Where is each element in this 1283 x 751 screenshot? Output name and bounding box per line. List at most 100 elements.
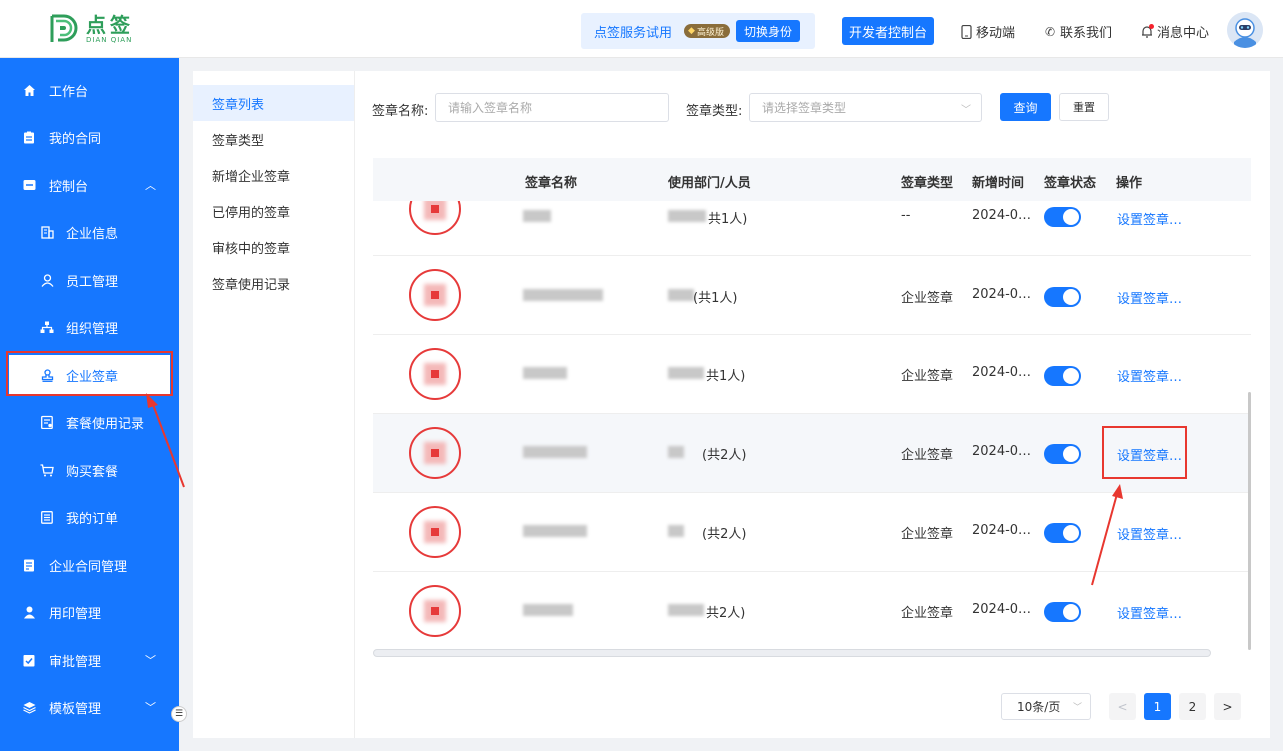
switch-identity-button[interactable]: 切换身份 [735, 20, 800, 42]
layers-icon [22, 700, 36, 714]
col-actions: 操作 [1116, 176, 1143, 191]
robot-avatar-icon [1227, 12, 1263, 48]
user-icon [40, 273, 54, 287]
subnav-seal-list[interactable]: 签章列表 [193, 85, 354, 121]
seal-type-select[interactable]: 请选择签章类型 ﹀ [749, 93, 982, 122]
sidebar-item-templates[interactable]: 模板管理 ﹀ [0, 687, 179, 727]
next-page-button[interactable]: > [1214, 693, 1241, 720]
messages-link[interactable]: 消息中心 [1140, 22, 1209, 41]
sidebar-item-label: 我的订单 [66, 511, 119, 527]
console-icon [22, 178, 36, 192]
table-row[interactable]: (共2人) 企业签章 2024-0… 设置签章… [373, 493, 1251, 572]
query-button[interactable]: 查询 [1000, 93, 1051, 121]
blurred-dept [668, 289, 694, 301]
sidebar-item-buy-plan[interactable]: 购买套餐 [0, 450, 179, 490]
vertical-scrollbar[interactable] [1248, 392, 1251, 650]
vip-badge: ◆ 高级版 [684, 24, 730, 38]
status-toggle[interactable] [1044, 366, 1081, 386]
created-time: 2024-0… [972, 523, 1032, 538]
subnav-pending-seals[interactable]: 审核中的签章 [193, 229, 354, 265]
seal-image [409, 348, 461, 400]
building-icon [40, 225, 54, 239]
seal-image [409, 269, 461, 321]
table-header: 签章名称 使用部门/人员 签章类型 新增时间 签章状态 操作 [373, 158, 1251, 201]
collapse-sidebar-icon[interactable]: ☰ [171, 706, 187, 722]
sidebar-item-approval[interactable]: 审批管理 ﹀ [0, 640, 179, 680]
horizontal-scrollbar[interactable] [373, 649, 1211, 657]
col-seal-type: 签章类型 [901, 176, 954, 191]
table-row[interactable]: 共1人) -- 2024-0… 设置签章… [373, 201, 1251, 256]
contract-icon [22, 558, 36, 572]
sidebar-item-seal-usage[interactable]: 用印管理 [0, 592, 179, 632]
contact-label: 联系我们 [1060, 26, 1113, 41]
blurred-seal-name [523, 210, 551, 222]
contact-link[interactable]: ✆ 联系我们 [1043, 22, 1113, 42]
sidebar-item-plan-usage[interactable]: 套餐使用记录 [0, 402, 179, 442]
sidebar-item-label: 企业信息 [66, 226, 119, 242]
trial-text[interactable]: 点签服务试用 [594, 22, 672, 41]
avatar[interactable] [1227, 12, 1263, 48]
org-tree-icon [40, 320, 54, 334]
sidebar-item-company-info[interactable]: 企业信息 [0, 212, 179, 252]
sidebar-item-staff[interactable]: 员工管理 [0, 260, 179, 300]
status-toggle[interactable] [1044, 444, 1081, 464]
messages-label: 消息中心 [1157, 26, 1210, 41]
set-seal-link[interactable]: 设置签章… [1117, 288, 1182, 307]
table-row[interactable]: (共1人) 企业签章 2024-0… 设置签章… [373, 256, 1251, 335]
set-seal-link[interactable]: 设置签章… [1117, 524, 1182, 543]
chevron-down-icon: ﹀ [145, 701, 156, 714]
logo-mark-icon [50, 14, 78, 42]
prev-page-button[interactable]: < [1109, 693, 1136, 720]
reset-button[interactable]: 重置 [1059, 93, 1109, 121]
developer-console-button[interactable]: 开发者控制台 [842, 17, 934, 45]
sidebar: 工作台 我的合同 控制台 ︿ 企业信息 员工管理 组织管理 企业签章 套餐使用记… [0, 58, 179, 751]
set-seal-link[interactable]: 设置签章… [1117, 603, 1182, 622]
status-toggle[interactable] [1044, 523, 1081, 543]
status-toggle[interactable] [1044, 602, 1081, 622]
trial-banner: 点签服务试用 ◆ 高级版 切换身份 [581, 13, 815, 49]
seal-type: 企业签章 [901, 448, 954, 463]
status-toggle[interactable] [1044, 207, 1081, 227]
page-size-select[interactable]: 10条/页 ﹀ [1001, 693, 1091, 720]
logo[interactable]: 点签 DIAN QIAN [44, 8, 144, 50]
page-2-button[interactable]: 2 [1179, 693, 1206, 720]
seal-subnav: 签章列表 签章类型 新增企业签章 已停用的签章 审核中的签章 签章使用记录 [193, 71, 355, 738]
blurred-seal-name [523, 367, 567, 379]
blurred-dept [668, 367, 704, 379]
sidebar-item-label: 用印管理 [49, 606, 102, 622]
status-toggle[interactable] [1044, 287, 1081, 307]
blurred-seal-name [523, 525, 587, 537]
cart-icon [40, 463, 54, 477]
record-icon [40, 415, 54, 429]
page-1-button[interactable]: 1 [1144, 693, 1171, 720]
sidebar-item-my-orders[interactable]: 我的订单 [0, 497, 179, 537]
created-time: 2024-0… [972, 287, 1032, 302]
subnav-add-seal[interactable]: 新增企业签章 [193, 157, 354, 193]
sidebar-item-label: 套餐使用记录 [66, 416, 145, 432]
subnav-disabled-seals[interactable]: 已停用的签章 [193, 193, 354, 229]
annotation-box-action [1102, 426, 1187, 479]
subnav-seal-usage-log[interactable]: 签章使用记录 [193, 265, 354, 301]
sidebar-item-workbench[interactable]: 工作台 [0, 70, 179, 110]
sidebar-item-contract-mgmt[interactable]: 企业合同管理 [0, 545, 179, 585]
page-size-value: 10条/页 [1017, 700, 1061, 714]
table-row[interactable]: 共1人) 企业签章 2024-0… 设置签章… [373, 335, 1251, 414]
sidebar-item-org[interactable]: 组织管理 [0, 307, 179, 347]
set-seal-link[interactable]: 设置签章… [1117, 209, 1182, 228]
mobile-link[interactable]: 移动端 [959, 22, 1015, 41]
set-seal-link[interactable]: 设置签章… [1117, 366, 1182, 385]
dept-count: (共2人) [702, 527, 747, 542]
seal-type-placeholder: 请选择签章类型 [762, 101, 847, 115]
sidebar-item-label: 工作台 [49, 84, 89, 100]
dept-count: 共1人) [706, 369, 746, 384]
subnav-seal-types[interactable]: 签章类型 [193, 121, 354, 157]
sidebar-item-console[interactable]: 控制台 ︿ [0, 165, 179, 205]
table-row[interactable]: 共2人) 企业签章 2024-0… 设置签章… [373, 572, 1251, 649]
seal-name-input[interactable]: 请输入签章名称 [435, 93, 669, 122]
sidebar-item-label: 控制台 [49, 179, 89, 195]
annotation-box-sidebar [6, 351, 173, 396]
col-seal-name: 签章名称 [525, 176, 578, 191]
mobile-icon [959, 24, 973, 39]
sidebar-item-my-contracts[interactable]: 我的合同 [0, 117, 179, 157]
sidebar-item-label: 员工管理 [66, 274, 119, 290]
